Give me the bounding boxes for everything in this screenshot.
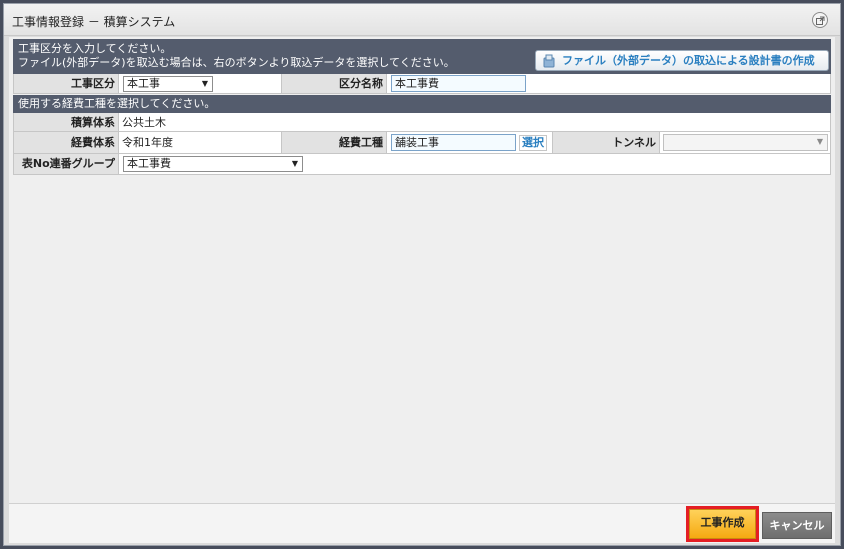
koji-kubun-value: 本工事 [127, 77, 160, 90]
row-table-group: 表No連番グループ 本工事費 ▼ [13, 154, 831, 175]
keihi-taikei-label: 経費体系 [14, 132, 119, 153]
instruction-panel: 工事区分を入力してください。 ファイル(外部データ)を取込む場合は、右のボタンよ… [13, 39, 831, 74]
create-koji-button[interactable]: 工事作成 [686, 506, 759, 542]
table-group-value: 本工事費 [127, 157, 171, 170]
footer-bar: 工事作成 キャンセル [9, 503, 835, 543]
kubun-meisho-value: 本工事費 [395, 77, 439, 90]
chevron-down-icon: ▼ [291, 159, 298, 168]
table-group-label: 表No連番グループ [14, 154, 119, 174]
chevron-down-icon: ▼ [201, 79, 208, 88]
kubun-meisho-label: 区分名称 [281, 74, 387, 93]
tunnel-select[interactable]: ▼ [663, 134, 828, 151]
row-keihi: 経費体系 令和1年度 経費工種 舗装工事 選択 トンネル ▼ [13, 132, 831, 154]
chevron-down-icon: ▼ [816, 137, 823, 146]
keihi-taikei-value: 令和1年度 [122, 136, 173, 149]
dialog-window: 工事情報登録 － 積算システム 工事区分を入力してください。 ファイル(外部デー… [3, 3, 841, 546]
create-koji-label: 工事作成 [689, 509, 756, 539]
file-import-label: ファイル（外部データ）の取込による設計書の作成 [562, 54, 815, 67]
file-import-icon [542, 54, 556, 74]
koji-kubun-label: 工事区分 [14, 74, 119, 93]
expense-instruction: 使用する経費工種を選択してください。 [13, 95, 831, 113]
sekisan-taikei-value: 公共土木 [122, 116, 166, 129]
sekisan-taikei-label: 積算体系 [14, 113, 119, 131]
row-koji-kubun: 工事区分 本工事 ▼ 区分名称 本工事費 [13, 74, 831, 94]
popout-button[interactable] [812, 12, 828, 28]
kubun-meisho-input[interactable]: 本工事費 [391, 75, 526, 92]
row-sekisan-taikei: 積算体系 公共土木 [13, 113, 831, 132]
main-content: 工事区分を入力してください。 ファイル(外部データ)を取込む場合は、右のボタンよ… [9, 37, 835, 503]
window-title: 工事情報登録 － 積算システム [12, 15, 176, 29]
keihi-koshu-input[interactable]: 舗装工事 [391, 134, 516, 151]
tunnel-label: トンネル [552, 132, 660, 153]
table-group-select[interactable]: 本工事費 ▼ [123, 156, 303, 172]
keihi-koshu-value: 舗装工事 [395, 136, 439, 149]
cancel-button[interactable]: キャンセル [762, 512, 832, 539]
file-import-button[interactable]: ファイル（外部データ）の取込による設計書の作成 [535, 50, 829, 71]
keihi-koshu-select-link[interactable]: 選択 [519, 135, 547, 151]
popout-icon [816, 16, 825, 25]
title-bar: 工事情報登録 － 積算システム [4, 4, 840, 36]
keihi-koshu-label: 経費工種 [281, 132, 387, 153]
koji-kubun-select[interactable]: 本工事 ▼ [123, 76, 213, 92]
